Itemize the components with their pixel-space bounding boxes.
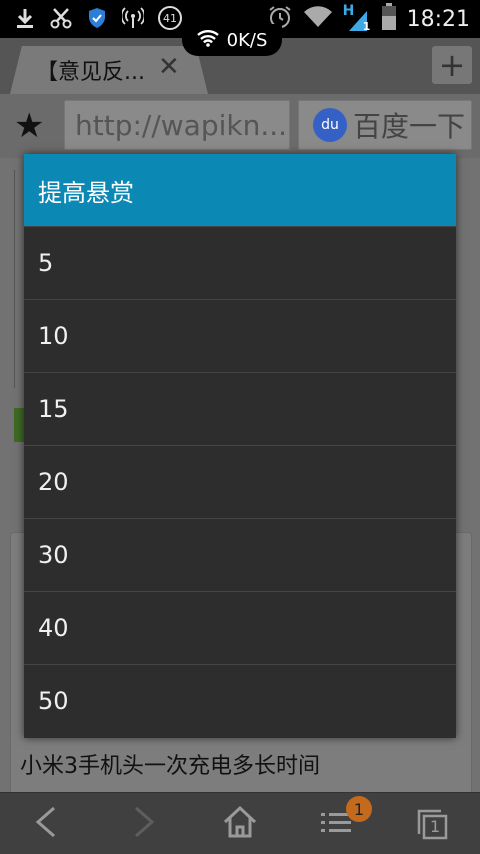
- option-item[interactable]: 20: [24, 445, 456, 518]
- net-speed-indicator: 0K/S: [182, 24, 282, 56]
- home-icon: [222, 805, 258, 843]
- shield-icon: [86, 6, 108, 30]
- option-item[interactable]: 5: [24, 226, 456, 299]
- notification-icon: 41: [158, 6, 182, 30]
- back-icon: [32, 805, 60, 843]
- forward-button[interactable]: [114, 801, 174, 847]
- reward-picker-dialog: 提高悬赏 5 10 15 20 30 40 50: [24, 154, 456, 738]
- back-button[interactable]: [16, 801, 76, 847]
- related-question-link[interactable]: 小米3手机头一次充电多长时间: [20, 748, 320, 780]
- wifi-icon: [303, 5, 333, 33]
- clock: 18:21: [406, 6, 470, 32]
- new-tab-button[interactable]: +: [432, 46, 472, 84]
- scissors-icon: [50, 6, 72, 30]
- option-item[interactable]: 10: [24, 299, 456, 372]
- option-item[interactable]: 50: [24, 664, 456, 737]
- option-item[interactable]: 15: [24, 372, 456, 445]
- tab-close-icon[interactable]: ✕: [158, 52, 180, 82]
- url-field[interactable]: http://wapikn...: [64, 100, 290, 150]
- hotspot-icon: [122, 6, 144, 30]
- wifi-speed-icon: [196, 29, 219, 52]
- home-button[interactable]: [210, 801, 270, 847]
- menu-badge: 1: [346, 796, 372, 822]
- cell-signal-icon: H 1: [343, 3, 371, 33]
- signal-sub: 1: [362, 20, 371, 33]
- search-button-label: 百度一下: [353, 110, 466, 143]
- tabs-icon: 1: [415, 808, 449, 840]
- status-icons-right: H 1 18:21: [267, 2, 470, 36]
- option-item[interactable]: 30: [24, 518, 456, 591]
- address-bar: ★ http://wapikn... du 百度一下: [0, 94, 480, 158]
- forward-icon: [130, 805, 158, 843]
- star-icon[interactable]: ★: [14, 106, 44, 146]
- tabs-button[interactable]: 1: [402, 801, 462, 847]
- bottom-nav: 1: [0, 792, 480, 854]
- battery-icon: [381, 3, 397, 35]
- status-icons-left: 41: [14, 6, 182, 30]
- download-icon: [14, 6, 36, 30]
- baidu-search-button[interactable]: du 百度一下: [298, 100, 472, 150]
- option-item[interactable]: 40: [24, 591, 456, 664]
- dialog-title: 提高悬赏: [24, 154, 456, 226]
- tab-title: 【意见反...: [36, 60, 145, 85]
- net-speed-text: 0K/S: [226, 29, 268, 51]
- status-bar: 41 0K/S H 1 18:21: [0, 0, 480, 56]
- baidu-logo-icon: du: [313, 108, 347, 142]
- tabs-count: 1: [430, 817, 441, 836]
